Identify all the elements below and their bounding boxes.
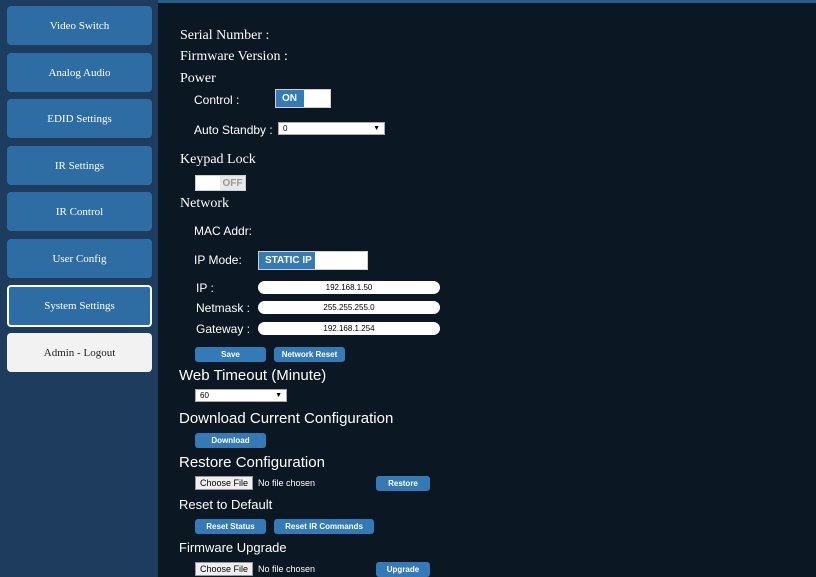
mac-addr-label: MAC Addr: [194, 224, 253, 238]
firmware-choose-file-button[interactable]: Choose File [195, 562, 254, 576]
gateway-input[interactable]: 192.168.1.254 [258, 322, 440, 335]
firmware-version-label: Firmware Version : [180, 49, 288, 64]
restore-choose-file-button[interactable]: Choose File [195, 476, 254, 490]
network-heading: Network [180, 196, 229, 211]
auto-standby-label: Auto Standby : [194, 123, 273, 137]
ip-mode-state: STATIC IP [259, 252, 315, 269]
netmask-label: Netmask : [196, 301, 251, 315]
download-button[interactable]: Download [195, 433, 266, 448]
nav-analog-audio[interactable]: Analog Audio [7, 53, 152, 92]
keypad-lock-toggle[interactable]: OFF [195, 175, 246, 191]
firmware-upgrade-heading: Firmware Upgrade [179, 540, 287, 555]
nav-ir-settings[interactable]: IR Settings [7, 146, 152, 185]
firmware-no-file-text: No file chosen [258, 564, 316, 574]
dropdown-arrow-icon: ▼ [373, 125, 380, 132]
network-reset-button[interactable]: Network Reset [274, 347, 345, 362]
download-config-heading: Download Current Configuration [179, 410, 394, 427]
nav-ir-control[interactable]: IR Control [7, 192, 152, 231]
nav-user-config[interactable]: User Config [7, 239, 152, 278]
ip-mode-label: IP Mode: [194, 253, 242, 267]
ip-input[interactable]: 192.168.1.50 [258, 281, 440, 294]
auto-standby-select[interactable]: 0 ▼ [278, 122, 385, 135]
netmask-input[interactable]: 255.255.255.0 [258, 301, 440, 314]
restore-button[interactable]: Restore [376, 476, 430, 491]
restore-config-heading: Restore Configuration [179, 454, 325, 471]
restore-no-file-text: No file chosen [258, 478, 316, 488]
toggle-on-state: ON [276, 90, 304, 107]
nav-video-switch[interactable]: Video Switch [7, 6, 152, 45]
reset-default-heading: Reset to Default [179, 497, 273, 512]
toggle-off-state: OFF [220, 176, 245, 190]
reset-status-button[interactable]: Reset Status [195, 519, 266, 534]
power-control-label: Control : [194, 93, 240, 107]
main-panel: Serial Number : Firmware Version : Power… [158, 0, 816, 577]
ip-label: IP : [196, 281, 214, 295]
web-timeout-select[interactable]: 60 ▼ [195, 389, 287, 402]
power-control-toggle[interactable]: ON [275, 89, 331, 108]
web-timeout-value: 60 [200, 391, 209, 400]
upgrade-button[interactable]: Upgrade [376, 562, 430, 577]
power-heading: Power [180, 71, 216, 86]
gateway-label: Gateway : [196, 322, 251, 336]
ip-mode-toggle[interactable]: STATIC IP [258, 251, 368, 270]
save-button[interactable]: Save [195, 347, 266, 362]
nav-system-settings[interactable]: System Settings [7, 285, 152, 327]
dropdown-arrow-icon: ▼ [275, 392, 282, 399]
auto-standby-value: 0 [283, 124, 288, 133]
reset-ir-commands-button[interactable]: Reset IR Commands [274, 519, 374, 534]
serial-number-label: Serial Number : [180, 28, 270, 43]
keypad-lock-heading: Keypad Lock [180, 152, 256, 167]
nav-edid-settings[interactable]: EDID Settings [7, 99, 152, 138]
sidebar: Video Switch Analog Audio EDID Settings … [0, 0, 158, 577]
nav-admin-logout[interactable]: Admin - Logout [7, 333, 152, 372]
web-timeout-heading: Web Timeout (Minute) [179, 367, 327, 384]
